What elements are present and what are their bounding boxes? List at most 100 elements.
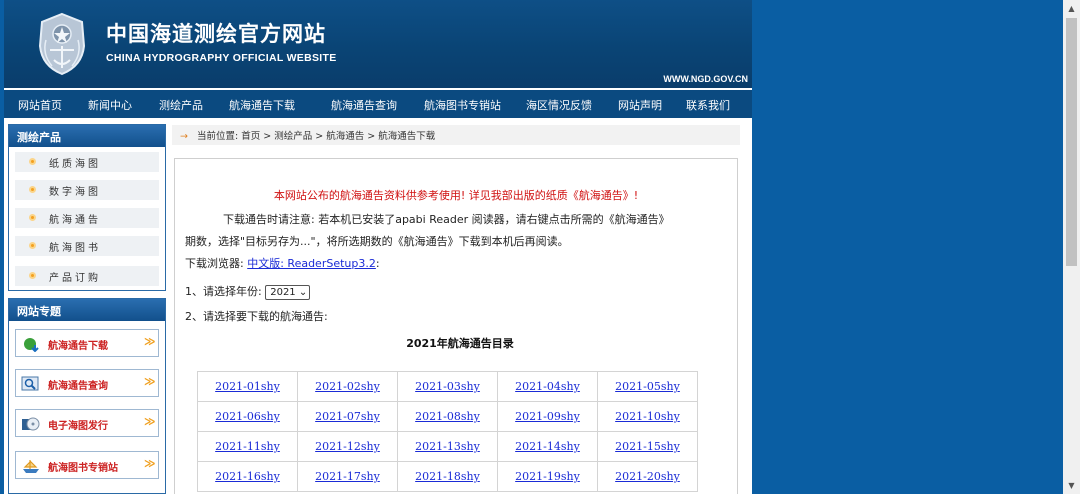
nav-item-contact[interactable]: 联系我们 <box>686 97 730 113</box>
topic-notice-download[interactable]: 航海通告下载 ≫ <box>15 329 159 357</box>
search-window-icon <box>21 376 39 391</box>
notice-download-link[interactable]: 2021-11shy <box>215 440 280 453</box>
download-globe-icon <box>24 338 39 352</box>
products-panel: 测绘产品 纸质海图 数字海图 航海通告 航海图书 产品订购 <box>8 124 166 291</box>
double-chevron-icon: ≫ <box>144 457 156 470</box>
scroll-down-icon[interactable]: ▼ <box>1063 477 1080 494</box>
bullet-icon <box>29 272 36 279</box>
topic-label: 航海通告查询 <box>48 381 108 392</box>
notice-catalog-table: 2021-01shy 2021-02shy 2021-03shy 2021-04shy… <box>197 371 698 492</box>
notice-download-link[interactable]: 2021-01shy <box>215 380 280 393</box>
site-subtitle: CHINA HYDROGRAPHY OFFICIAL WEBSITE <box>106 52 337 64</box>
vertical-scrollbar[interactable]: ▲ ▼ <box>1063 0 1080 494</box>
ship-icon <box>23 460 39 473</box>
topic-label: 电子海图发行 <box>48 421 108 432</box>
table-cell: 2021-10shy <box>597 401 698 432</box>
table-cell: 2021-16shy <box>197 461 298 492</box>
reader-download-link[interactable]: 中文版: ReaderSetup3.2 <box>247 257 376 270</box>
product-item-order[interactable]: 产品订购 <box>15 266 159 286</box>
disc-icon <box>22 417 40 431</box>
nav-item-news[interactable]: 新闻中心 <box>88 97 132 113</box>
year-label: 1、请选择年份: <box>185 285 262 298</box>
nav-item-home[interactable]: 网站首页 <box>18 97 62 113</box>
nav-item-notice-download[interactable]: 航海通告下载 <box>229 97 295 113</box>
scroll-thumb[interactable] <box>1066 18 1077 266</box>
bullet-icon <box>29 214 36 221</box>
nav-item-chart-store[interactable]: 航海图书专销站 <box>424 97 501 113</box>
notice-download-link[interactable]: 2021-03shy <box>415 380 480 393</box>
topic-notice-query[interactable]: 航海通告查询 ≫ <box>15 369 159 397</box>
notice-download-link[interactable]: 2021-07shy <box>315 410 380 423</box>
step2-label: 2、请选择要下载的航海通告: <box>185 310 328 323</box>
notice-download-link[interactable]: 2021-10shy <box>615 410 680 423</box>
notice-download-link[interactable]: 2021-19shy <box>515 470 580 483</box>
notice-download-link[interactable]: 2021-09shy <box>515 410 580 423</box>
nav-item-statement[interactable]: 网站声明 <box>618 97 662 113</box>
scroll-up-icon[interactable]: ▲ <box>1063 0 1080 17</box>
topic-label: 航海通告下载 <box>48 341 108 352</box>
topic-label: 航海图书专销站 <box>48 463 118 474</box>
double-chevron-icon: ≫ <box>144 375 156 388</box>
notice-download-link[interactable]: 2021-13shy <box>415 440 480 453</box>
table-cell: 2021-14shy <box>497 431 598 462</box>
topics-panel: 网站专题 航海通告下载 ≫ 航海通告查询 ≫ 电子海图发行 ≫ 航海图书专销站 … <box>8 298 166 494</box>
site-title: 中国海道测绘官方网站 <box>106 21 326 46</box>
bullet-icon <box>29 186 36 193</box>
year-select[interactable]: 2021 ⌄ <box>265 284 311 300</box>
table-row: 2021-06shy 2021-07shy 2021-08shy 2021-09shy… <box>197 401 698 432</box>
product-item-books[interactable]: 航海图书 <box>15 236 159 256</box>
notice-download-link[interactable]: 2021-12shy <box>315 440 380 453</box>
site-url: WWW.NGD.GOV.CN <box>663 74 748 84</box>
table-cell: 2021-01shy <box>197 371 298 402</box>
breadcrumb: → 当前位置: 首页 > 测绘产品 > 航海通告 > 航海通告下载 <box>172 125 740 145</box>
product-item-label: 产品订购 <box>49 273 101 284</box>
table-cell: 2021-20shy <box>597 461 698 492</box>
product-item-label: 数字海图 <box>49 187 101 198</box>
notice-download-link[interactable]: 2021-02shy <box>315 380 380 393</box>
year-select-value: 2021 <box>270 286 296 298</box>
notice-download-link[interactable]: 2021-17shy <box>315 470 380 483</box>
notice-download-link[interactable]: 2021-06shy <box>215 410 280 423</box>
table-row: 2021-01shy 2021-02shy 2021-03shy 2021-04shy… <box>197 371 698 402</box>
notice-text: 本网站公布的航海通告资料供参考使用! 详见我部出版的纸质《航海通告》! <box>273 189 639 202</box>
notice-download-link[interactable]: 2021-20shy <box>615 470 680 483</box>
nav-item-notice-query[interactable]: 航海通告查询 <box>331 97 397 113</box>
products-panel-title: 测绘产品 <box>9 125 165 147</box>
browser-suffix: : <box>375 257 380 270</box>
notice-download-link[interactable]: 2021-04shy <box>515 380 580 393</box>
year-row: 1、请选择年份: 2021 ⌄ <box>185 283 311 300</box>
instruction-line-1: 下载通告时请注意: 若本机已安装了apabi Reader 阅读器，请右键点击所… <box>223 213 670 226</box>
table-cell: 2021-05shy <box>597 371 698 402</box>
table-cell: 2021-18shy <box>397 461 498 492</box>
topic-electronic-chart[interactable]: 电子海图发行 ≫ <box>15 409 159 437</box>
breadcrumb-text[interactable]: 当前位置: 首页 > 测绘产品 > 航海通告 > 航海通告下载 <box>197 131 435 142</box>
table-cell: 2021-17shy <box>297 461 398 492</box>
main-nav: 网站首页 新闻中心 测绘产品 航海通告下载 航海通告查询 航海图书专销站 海区情… <box>4 90 752 118</box>
product-item-digital-chart[interactable]: 数字海图 <box>15 180 159 200</box>
catalog-title: 2021年航海通告目录 <box>406 337 514 350</box>
table-cell: 2021-12shy <box>297 431 398 462</box>
notice-download-link[interactable]: 2021-14shy <box>515 440 580 453</box>
table-cell: 2021-19shy <box>497 461 598 492</box>
content-box: 本网站公布的航海通告资料供参考使用! 详见我部出版的纸质《航海通告》! 下载通告… <box>174 158 738 494</box>
table-cell: 2021-13shy <box>397 431 498 462</box>
notice-download-link[interactable]: 2021-16shy <box>215 470 280 483</box>
notice-download-link[interactable]: 2021-15shy <box>615 440 680 453</box>
table-cell: 2021-09shy <box>497 401 598 432</box>
instruction-line-2: 期数，选择"目标另存为..."，将所选期数的《航海通告》下载到本机后再阅读。 <box>185 235 569 248</box>
table-cell: 2021-15shy <box>597 431 698 462</box>
notice-download-link[interactable]: 2021-18shy <box>415 470 480 483</box>
nav-item-products[interactable]: 测绘产品 <box>159 97 203 113</box>
product-item-notice[interactable]: 航海通告 <box>15 208 159 228</box>
bullet-icon <box>29 242 36 249</box>
nav-item-feedback[interactable]: 海区情况反馈 <box>526 97 592 113</box>
product-item-label: 航海通告 <box>49 215 101 226</box>
product-item-label: 航海图书 <box>49 243 101 254</box>
site-header: 中国海道测绘官方网站 CHINA HYDROGRAPHY OFFICIAL WE… <box>4 0 752 88</box>
notice-download-link[interactable]: 2021-08shy <box>415 410 480 423</box>
table-cell: 2021-07shy <box>297 401 398 432</box>
topic-chart-store[interactable]: 航海图书专销站 ≫ <box>15 451 159 479</box>
notice-download-link[interactable]: 2021-05shy <box>615 380 680 393</box>
chevron-down-icon: ⌄ <box>298 286 308 298</box>
product-item-paper-chart[interactable]: 纸质海图 <box>15 152 159 172</box>
